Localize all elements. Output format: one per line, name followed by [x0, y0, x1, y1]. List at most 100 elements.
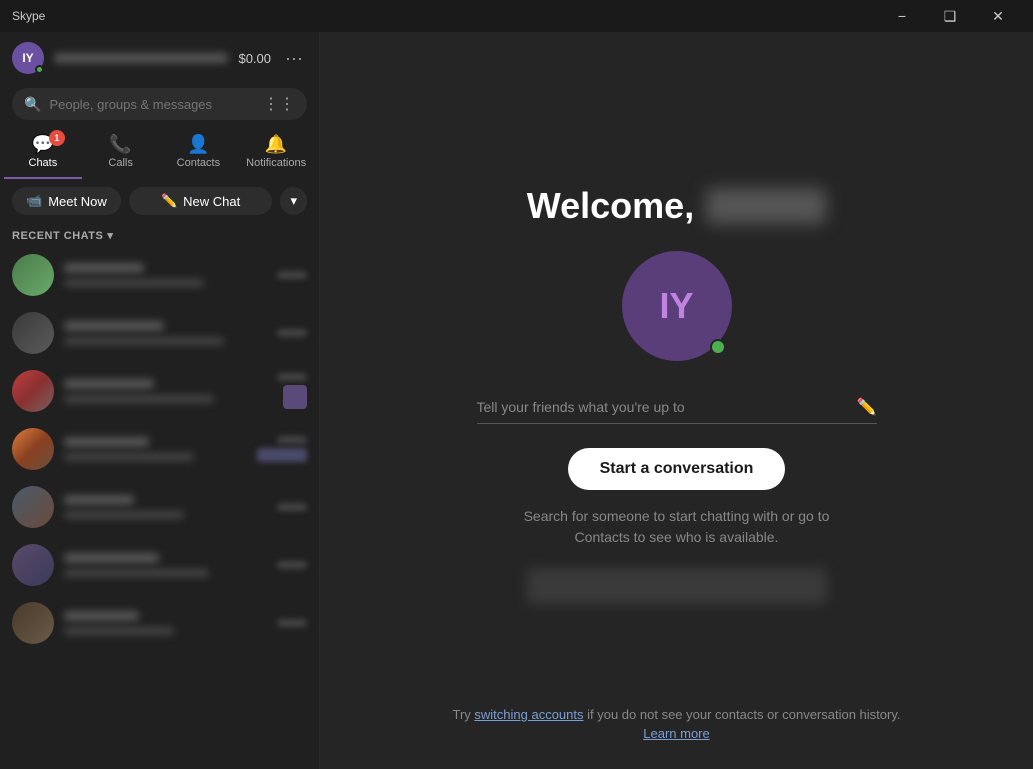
- list-item[interactable]: [0, 362, 319, 420]
- profile-avatar-large[interactable]: IY: [622, 251, 732, 361]
- avatar[interactable]: IY: [12, 42, 44, 74]
- chat-name-blur: [64, 553, 159, 563]
- list-item[interactable]: [0, 246, 319, 304]
- chats-label: Chats: [29, 157, 58, 169]
- chat-meta: [277, 373, 307, 409]
- footer-post-text: if you do not see your contacts or conve…: [584, 707, 901, 722]
- window-controls: − ❑ ✕: [879, 0, 1021, 32]
- sidebar: IY $0.00 ··· 🔍 ⋮⋮ 💬 1 Chats 📞 Calls: [0, 32, 320, 769]
- chat-name-blur: [64, 263, 144, 273]
- profile-online-dot: [710, 339, 726, 355]
- calls-label: Calls: [108, 157, 132, 169]
- recent-chats-label[interactable]: RECENT CHATS ▾: [0, 223, 319, 246]
- username-blur: [706, 188, 826, 224]
- welcome-text: Welcome,: [527, 185, 826, 227]
- tab-calls[interactable]: 📞 Calls: [82, 128, 160, 179]
- maximize-button[interactable]: ❑: [927, 0, 973, 32]
- chat-meta: [277, 271, 307, 279]
- close-button[interactable]: ✕: [975, 0, 1021, 32]
- list-item[interactable]: [0, 304, 319, 362]
- status-input-area[interactable]: Tell your friends what you're up to ✏️: [477, 397, 877, 424]
- chat-preview-blur: [64, 395, 214, 403]
- chat-time-blur: [277, 373, 307, 381]
- title-bar: Skype − ❑ ✕: [0, 0, 1033, 32]
- search-icon: 🔍: [24, 96, 41, 113]
- chat-list: [0, 246, 319, 769]
- profile-credit: $0.00: [238, 51, 271, 66]
- chat-info: [64, 495, 267, 519]
- chevron-down-icon: ▾: [107, 229, 113, 242]
- app-title: Skype: [12, 9, 879, 23]
- online-status-dot: [35, 65, 44, 74]
- chat-preview-blur: [64, 627, 174, 635]
- video-icon: 📹: [26, 193, 42, 209]
- tab-contacts[interactable]: 👤 Contacts: [160, 128, 238, 179]
- chat-avatar: [12, 370, 54, 412]
- app-container: IY $0.00 ··· 🔍 ⋮⋮ 💬 1 Chats 📞 Calls: [0, 32, 1033, 769]
- action-buttons: 📹 Meet Now ✏️ New Chat ▾: [0, 179, 319, 223]
- new-chat-dropdown-button[interactable]: ▾: [280, 187, 307, 215]
- new-chat-button[interactable]: ✏️ New Chat: [129, 187, 273, 215]
- notifications-label: Notifications: [246, 157, 306, 169]
- chat-name-blur: [64, 437, 149, 447]
- chat-meta: [257, 436, 307, 462]
- chat-unread-badge: [283, 385, 307, 409]
- chat-preview-blur: [64, 279, 204, 287]
- tab-chats[interactable]: 💬 1 Chats: [4, 128, 82, 179]
- chat-name-blur: [64, 495, 134, 505]
- grid-button[interactable]: ⋮⋮: [263, 94, 295, 114]
- minimize-button[interactable]: −: [879, 0, 925, 32]
- meet-now-button[interactable]: 📹 Meet Now: [12, 187, 121, 215]
- edit-compose-icon: ✏️: [161, 193, 177, 209]
- more-options-button[interactable]: ···: [281, 44, 307, 73]
- new-chat-label: New Chat: [183, 194, 240, 209]
- chat-avatar: [12, 486, 54, 528]
- chat-preview-blur: [64, 337, 224, 345]
- chat-info: [64, 263, 267, 287]
- chat-info: [64, 321, 267, 345]
- chat-preview-blur: [64, 569, 209, 577]
- chat-time-blur: [277, 436, 307, 444]
- chat-avatar: [12, 312, 54, 354]
- contacts-icon: 👤: [187, 134, 209, 155]
- chat-info: [64, 611, 267, 635]
- notifications-icon: 🔔: [265, 134, 287, 155]
- calls-icon: 📞: [109, 134, 131, 155]
- chat-avatar: [12, 602, 54, 644]
- chat-time-blur: [277, 329, 307, 337]
- footer-text: Try switching accounts if you do not see…: [452, 707, 900, 741]
- list-item[interactable]: [0, 420, 319, 478]
- chat-avatar: [12, 428, 54, 470]
- start-conversation-button[interactable]: Start a conversation: [568, 448, 786, 490]
- chat-time-blur: [277, 619, 307, 627]
- chat-badge-blur: [257, 448, 307, 462]
- chat-preview-blur: [64, 511, 184, 519]
- chat-time-blur: [277, 503, 307, 511]
- chat-name-blur: [64, 611, 139, 621]
- tab-notifications[interactable]: 🔔 Notifications: [237, 128, 315, 179]
- list-item[interactable]: [0, 478, 319, 536]
- list-item[interactable]: [0, 594, 319, 652]
- chat-meta: [277, 503, 307, 511]
- footer-pre-text: Try: [452, 707, 474, 722]
- blurred-content-bar: [527, 568, 827, 604]
- chat-name-blur: [64, 379, 154, 389]
- list-item[interactable]: [0, 536, 319, 594]
- search-bar[interactable]: 🔍 ⋮⋮: [12, 88, 307, 120]
- learn-more-link[interactable]: Learn more: [452, 726, 900, 741]
- conv-desc-line2: Contacts to see who is available.: [575, 529, 779, 545]
- main-content: Welcome, IY Tell your friends what you'r…: [320, 32, 1033, 769]
- chat-info: [64, 553, 267, 577]
- chat-time-blur: [277, 271, 307, 279]
- search-input[interactable]: [49, 97, 255, 112]
- chats-badge: 1: [49, 130, 65, 146]
- chat-name-blur: [64, 321, 164, 331]
- avatar-initials: IY: [659, 285, 693, 327]
- welcome-section: Welcome, IY: [527, 185, 826, 377]
- chat-preview-blur: [64, 453, 194, 461]
- chat-meta: [277, 329, 307, 337]
- conversation-description: Search for someone to start chatting wit…: [524, 506, 830, 548]
- profile-name-blur: [54, 53, 228, 63]
- switching-accounts-link[interactable]: switching accounts: [474, 707, 583, 722]
- edit-status-icon[interactable]: ✏️: [857, 397, 877, 417]
